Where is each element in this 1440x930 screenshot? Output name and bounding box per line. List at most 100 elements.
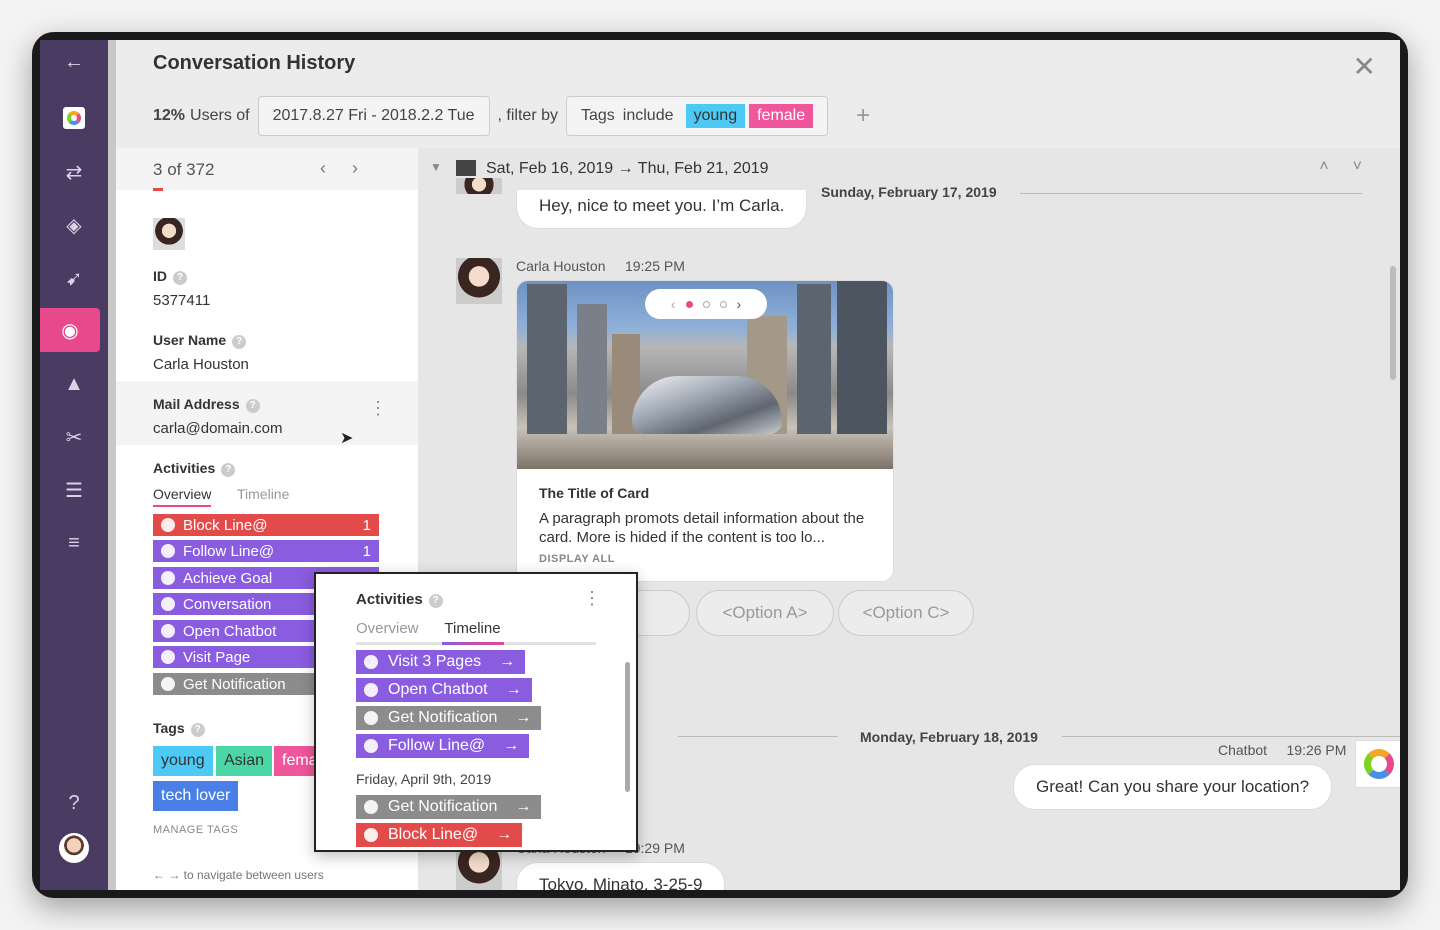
tag-filter[interactable]: Tags include young female	[566, 96, 829, 136]
chat-icon	[161, 597, 175, 611]
shapes-icon[interactable]: ▲	[40, 362, 108, 406]
tab-timeline[interactable]: Timeline	[444, 620, 500, 637]
arrow-right-icon: →	[496, 826, 513, 843]
tab-overview[interactable]: Overview	[356, 620, 419, 637]
user-avatar	[153, 218, 185, 250]
bell-icon	[161, 677, 175, 691]
card-body: A paragraph promots detail information a…	[539, 510, 865, 546]
filter-by-label: , filter by	[497, 107, 558, 124]
chatbot-logo-icon	[1355, 740, 1400, 788]
date-range-picker[interactable]: 2017.8.27 Fri - 2018.2.2 Tue	[257, 96, 490, 136]
help-icon: ?	[428, 594, 443, 608]
layers-icon[interactable]: ◈	[40, 203, 108, 247]
prev-next-icons[interactable]: ˄˅	[1319, 158, 1386, 176]
filter-tag-young[interactable]: young	[685, 104, 746, 128]
more-options-icon[interactable]: ⋮	[369, 398, 387, 419]
message-bubble: Tokyo, Minato, 3-25-9	[516, 862, 726, 890]
sliders-icon[interactable]: ≡	[40, 521, 108, 565]
close-icon[interactable]: ✕	[1353, 50, 1376, 83]
manage-tags-link[interactable]: MANAGE TAGS	[153, 824, 238, 836]
activities-popover: Activities? ⋮ Overview Timeline Visit 3 …	[314, 572, 638, 852]
account-avatar[interactable]	[40, 826, 108, 870]
check-icon	[161, 571, 175, 585]
day-separator: Monday, February 18, 2019	[860, 729, 1038, 745]
arrow-right-icon: →	[499, 653, 516, 670]
users-of-label: Users of	[190, 107, 250, 124]
nav-divider	[108, 40, 116, 890]
collapse-icon[interactable]: ▼	[430, 160, 442, 174]
user-icon[interactable]: ◉	[40, 308, 100, 352]
popover-tabs: Overview Timeline	[356, 620, 523, 637]
timeline-item-follow-line[interactable]: Follow Line@ →	[356, 734, 530, 758]
line-icon	[364, 828, 378, 842]
help-icon: ?	[190, 723, 205, 737]
date-range-value: 2017.8.27 Fri - 2018.2.2 Tue	[272, 107, 475, 124]
tag-asian[interactable]: Asian	[216, 746, 273, 776]
activities-tabs: Overview Timeline	[153, 486, 311, 507]
robot-icon	[364, 683, 378, 697]
card-title: The Title of Card	[539, 485, 650, 501]
separator-line	[1020, 193, 1362, 194]
activity-block-line[interactable]: Block Line@ 1	[153, 514, 379, 536]
id-label: ID?	[153, 268, 187, 285]
navigation-hint: ← → to navigate between users	[153, 868, 324, 882]
timeline-date: Friday, April 9th, 2019	[356, 771, 492, 787]
tab-indicator	[356, 642, 596, 645]
popover-scrollbar[interactable]	[625, 662, 630, 792]
help-icon[interactable]: ?	[40, 781, 108, 825]
bot-meta: Chatbot 19:26 PM	[1218, 742, 1347, 758]
chevron-left-icon: ‹	[670, 296, 676, 312]
help-icon: ?	[232, 335, 247, 349]
line-icon	[161, 518, 175, 532]
back-icon[interactable]: ←	[40, 40, 108, 84]
activity-follow-line[interactable]: Follow Line@ 1	[153, 540, 379, 562]
add-filter-icon[interactable]: +	[856, 102, 870, 130]
user-pager: 3 of 372 ‹›	[116, 148, 418, 191]
chevron-right-icon: ›	[736, 296, 742, 312]
tab-overview[interactable]: Overview	[153, 486, 212, 507]
arrow-right-icon: →	[515, 709, 532, 726]
arrow-right-icon: →	[503, 737, 520, 754]
tags-label: Tags?	[153, 720, 205, 737]
prev-user-icon[interactable]: ‹	[320, 158, 352, 178]
tag-young[interactable]: young	[153, 746, 213, 776]
pager-count: 3 of 372	[153, 160, 215, 179]
option-c-button[interactable]: <Option C>	[838, 590, 974, 636]
timeline-item-get-notification[interactable]: Get Notification →	[356, 706, 542, 730]
day-separator: Sunday, February 17, 2019	[821, 184, 997, 200]
help-icon: ?	[173, 271, 187, 285]
separator-line	[1062, 736, 1400, 737]
timeline-item-get-notification[interactable]: Get Notification →	[356, 795, 542, 819]
next-user-icon[interactable]: ›	[352, 158, 384, 178]
more-options-icon[interactable]: ⋮	[583, 588, 601, 609]
bell-icon	[364, 800, 378, 814]
arrow-right-icon: →	[515, 798, 532, 815]
line-icon	[161, 544, 175, 558]
timeline-item-block-line[interactable]: Block Line@ →	[356, 823, 523, 847]
rich-card[interactable]: ‹ › The Title of Card A paragraph promots…	[516, 280, 894, 582]
chat-scrollbar[interactable]	[1390, 266, 1396, 380]
rocket-icon[interactable]: ➹	[40, 256, 108, 300]
cloud-gate-sculpture	[632, 376, 782, 434]
tools-icon[interactable]: ✂	[40, 415, 108, 459]
option-a-button[interactable]: <Option A>	[696, 590, 834, 636]
tag-tech-lover[interactable]: tech lover	[153, 781, 239, 811]
pager-arrows[interactable]: ‹›	[320, 158, 384, 179]
filter-tag-female[interactable]: female	[749, 104, 814, 128]
timeline-item-open-chatbot[interactable]: Open Chatbot →	[356, 678, 532, 702]
server-icon[interactable]: ☰	[40, 468, 108, 512]
mouse-cursor-icon: ➤	[340, 430, 354, 447]
popover-title: Activities?	[356, 591, 443, 608]
username-label: User Name?	[153, 332, 247, 349]
logo-icon[interactable]	[40, 96, 108, 140]
flow-icon[interactable]: ⇄	[40, 150, 108, 194]
message-meta: Carla Houston 19:25 PM	[516, 258, 685, 274]
include-label: include	[622, 107, 674, 124]
display-all-link[interactable]: DISPLAY ALL	[539, 553, 615, 565]
carousel-pager[interactable]: ‹ ›	[645, 289, 767, 319]
tab-timeline[interactable]: Timeline	[237, 486, 289, 502]
timeline-item-visit-pages[interactable]: Visit 3 Pages →	[356, 650, 526, 674]
eye-icon	[364, 655, 378, 669]
page-title: Conversation History	[153, 52, 356, 74]
avatar	[456, 258, 502, 304]
